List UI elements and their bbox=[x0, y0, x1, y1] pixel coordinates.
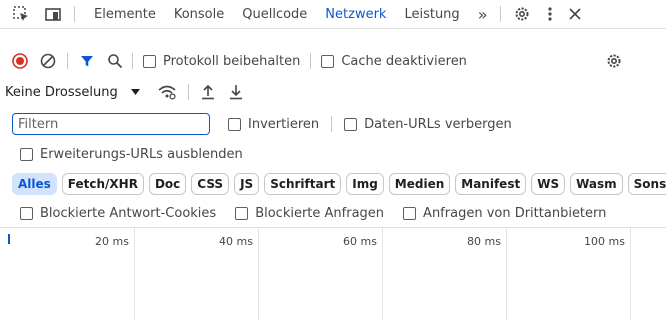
type-chip-all[interactable]: Alles bbox=[12, 173, 57, 195]
timeline-tick-label: 20 ms bbox=[95, 235, 129, 248]
preserve-log-checkbox[interactable] bbox=[143, 54, 156, 68]
record-icon[interactable] bbox=[11, 52, 29, 70]
throttle-select[interactable]: Keine Drosselung bbox=[5, 85, 140, 100]
type-chip-js[interactable]: JS bbox=[234, 173, 260, 195]
filter-input[interactable] bbox=[12, 113, 210, 135]
network-timeline-overview[interactable]: 20 ms 40 ms 60 ms 80 ms 100 ms bbox=[0, 227, 666, 320]
third-party-checkbox[interactable] bbox=[403, 206, 417, 220]
type-chip-fetch-xhr[interactable]: Fetch/XHR bbox=[61, 173, 144, 195]
filter-funnel-icon[interactable] bbox=[78, 52, 96, 70]
dropdown-caret-icon bbox=[130, 89, 140, 95]
blocked-cookies-checkbox[interactable] bbox=[20, 206, 33, 220]
throttle-value: Keine Drosselung bbox=[5, 84, 118, 100]
settings-gear-icon[interactable] bbox=[511, 3, 533, 25]
network-conditions-icon[interactable] bbox=[156, 82, 178, 102]
timeline-tick-label: 80 ms bbox=[467, 235, 501, 248]
blocked-requests-label: Blockierte Anfragen bbox=[255, 205, 385, 221]
divider bbox=[67, 53, 68, 69]
divider bbox=[331, 116, 333, 132]
type-chip-font[interactable]: Schriftart bbox=[264, 173, 342, 195]
timeline-start-marker bbox=[8, 234, 10, 244]
inspect-element-icon[interactable] bbox=[10, 3, 32, 25]
more-tabs-button[interactable]: » bbox=[469, 0, 497, 28]
hide-data-urls-checkbox[interactable] bbox=[344, 117, 358, 131]
tab-netzwerk[interactable]: Netzwerk bbox=[316, 0, 395, 28]
divider bbox=[74, 6, 75, 22]
type-chip-img[interactable]: Img bbox=[346, 173, 384, 195]
tab-quellcode[interactable]: Quellcode bbox=[233, 0, 316, 28]
device-toolbar-icon[interactable] bbox=[42, 3, 64, 25]
hide-data-urls-label: Daten-URLs verbergen bbox=[364, 116, 512, 132]
divider bbox=[132, 53, 133, 69]
type-chip-wasm[interactable]: Wasm bbox=[570, 173, 623, 195]
network-settings-gear-icon[interactable] bbox=[604, 51, 624, 71]
throttle-toolbar: Keine Drosselung bbox=[0, 79, 666, 105]
import-har-upload-icon[interactable] bbox=[199, 83, 217, 101]
type-chip-doc[interactable]: Doc bbox=[148, 173, 187, 195]
preserve-log-label: Protokoll beibehalten bbox=[163, 53, 301, 69]
disable-cache-checkbox[interactable] bbox=[321, 54, 335, 68]
timeline-gridline bbox=[506, 228, 507, 320]
filter-row: Invertieren Daten-URLs verbergen bbox=[0, 111, 666, 137]
blocked-cookies-label: Blockierte Antwort-Cookies bbox=[40, 205, 217, 221]
divider bbox=[500, 6, 502, 22]
timeline-gridline bbox=[258, 228, 259, 320]
tab-konsole[interactable]: Konsole bbox=[165, 0, 233, 28]
more-options-icon[interactable] bbox=[543, 3, 557, 25]
timeline-gridline bbox=[382, 228, 383, 320]
invert-label: Invertieren bbox=[248, 116, 320, 132]
type-chip-manifest[interactable]: Manifest bbox=[455, 173, 527, 195]
devtools-tab-bar: Elemente Konsole Quellcode Netzwerk Leis… bbox=[0, 0, 666, 29]
search-icon[interactable] bbox=[106, 52, 124, 70]
extension-url-row: Erweiterungs-URLs ausblenden bbox=[0, 142, 666, 166]
resource-type-filter: Alles Fetch/XHR Doc CSS JS Schriftart Im… bbox=[0, 171, 666, 197]
type-chip-media[interactable]: Medien bbox=[388, 173, 451, 195]
blocking-filter-row: Blockierte Antwort-Cookies Blockierte An… bbox=[0, 201, 666, 225]
timeline-gridline bbox=[630, 228, 631, 320]
divider bbox=[187, 84, 189, 100]
type-chip-css[interactable]: CSS bbox=[191, 173, 230, 195]
type-chip-other[interactable]: Sonsti bbox=[627, 173, 666, 195]
timeline-tick-label: 60 ms bbox=[343, 235, 377, 248]
timeline-gridline bbox=[134, 228, 135, 320]
hide-extension-urls-label: Erweiterungs-URLs ausblenden bbox=[40, 146, 243, 162]
blocked-requests-checkbox[interactable] bbox=[235, 206, 249, 220]
disable-cache-label: Cache deaktivieren bbox=[341, 53, 467, 69]
divider bbox=[310, 53, 312, 69]
third-party-label: Anfragen von Drittanbietern bbox=[423, 205, 607, 221]
export-har-download-icon[interactable] bbox=[227, 83, 245, 101]
network-toolbar: Protokoll beibehalten Cache deaktivieren bbox=[0, 47, 666, 75]
type-chip-ws[interactable]: WS bbox=[531, 173, 566, 195]
timeline-tick-label: 100 ms bbox=[584, 235, 625, 248]
invert-checkbox[interactable] bbox=[228, 117, 241, 131]
clear-icon[interactable] bbox=[39, 52, 57, 70]
close-icon[interactable] bbox=[567, 3, 583, 25]
tab-leistung[interactable]: Leistung bbox=[395, 0, 468, 28]
hide-extension-urls-checkbox[interactable] bbox=[20, 147, 33, 161]
tab-elemente[interactable]: Elemente bbox=[85, 0, 165, 28]
timeline-tick-label: 40 ms bbox=[219, 235, 253, 248]
